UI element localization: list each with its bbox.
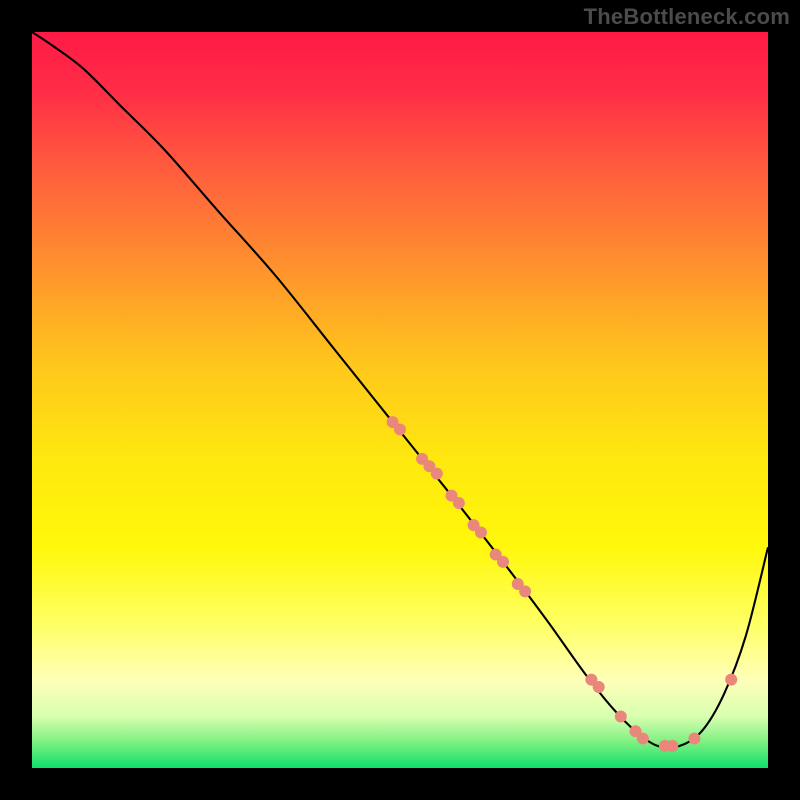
scatter-point (615, 710, 627, 722)
scatter-point (637, 733, 649, 745)
scatter-point (475, 526, 487, 538)
chart-container: TheBottleneck.com (0, 0, 800, 800)
chart-svg (32, 32, 768, 768)
plot-area (32, 32, 768, 768)
scatter-point (725, 674, 737, 686)
gradient-background (32, 32, 768, 768)
scatter-point (519, 585, 531, 597)
scatter-point (666, 740, 678, 752)
watermark-text: TheBottleneck.com (584, 4, 790, 30)
scatter-point (497, 556, 509, 568)
scatter-point (593, 681, 605, 693)
scatter-point (688, 733, 700, 745)
scatter-point (431, 468, 443, 480)
scatter-point (453, 497, 465, 509)
scatter-point (394, 423, 406, 435)
